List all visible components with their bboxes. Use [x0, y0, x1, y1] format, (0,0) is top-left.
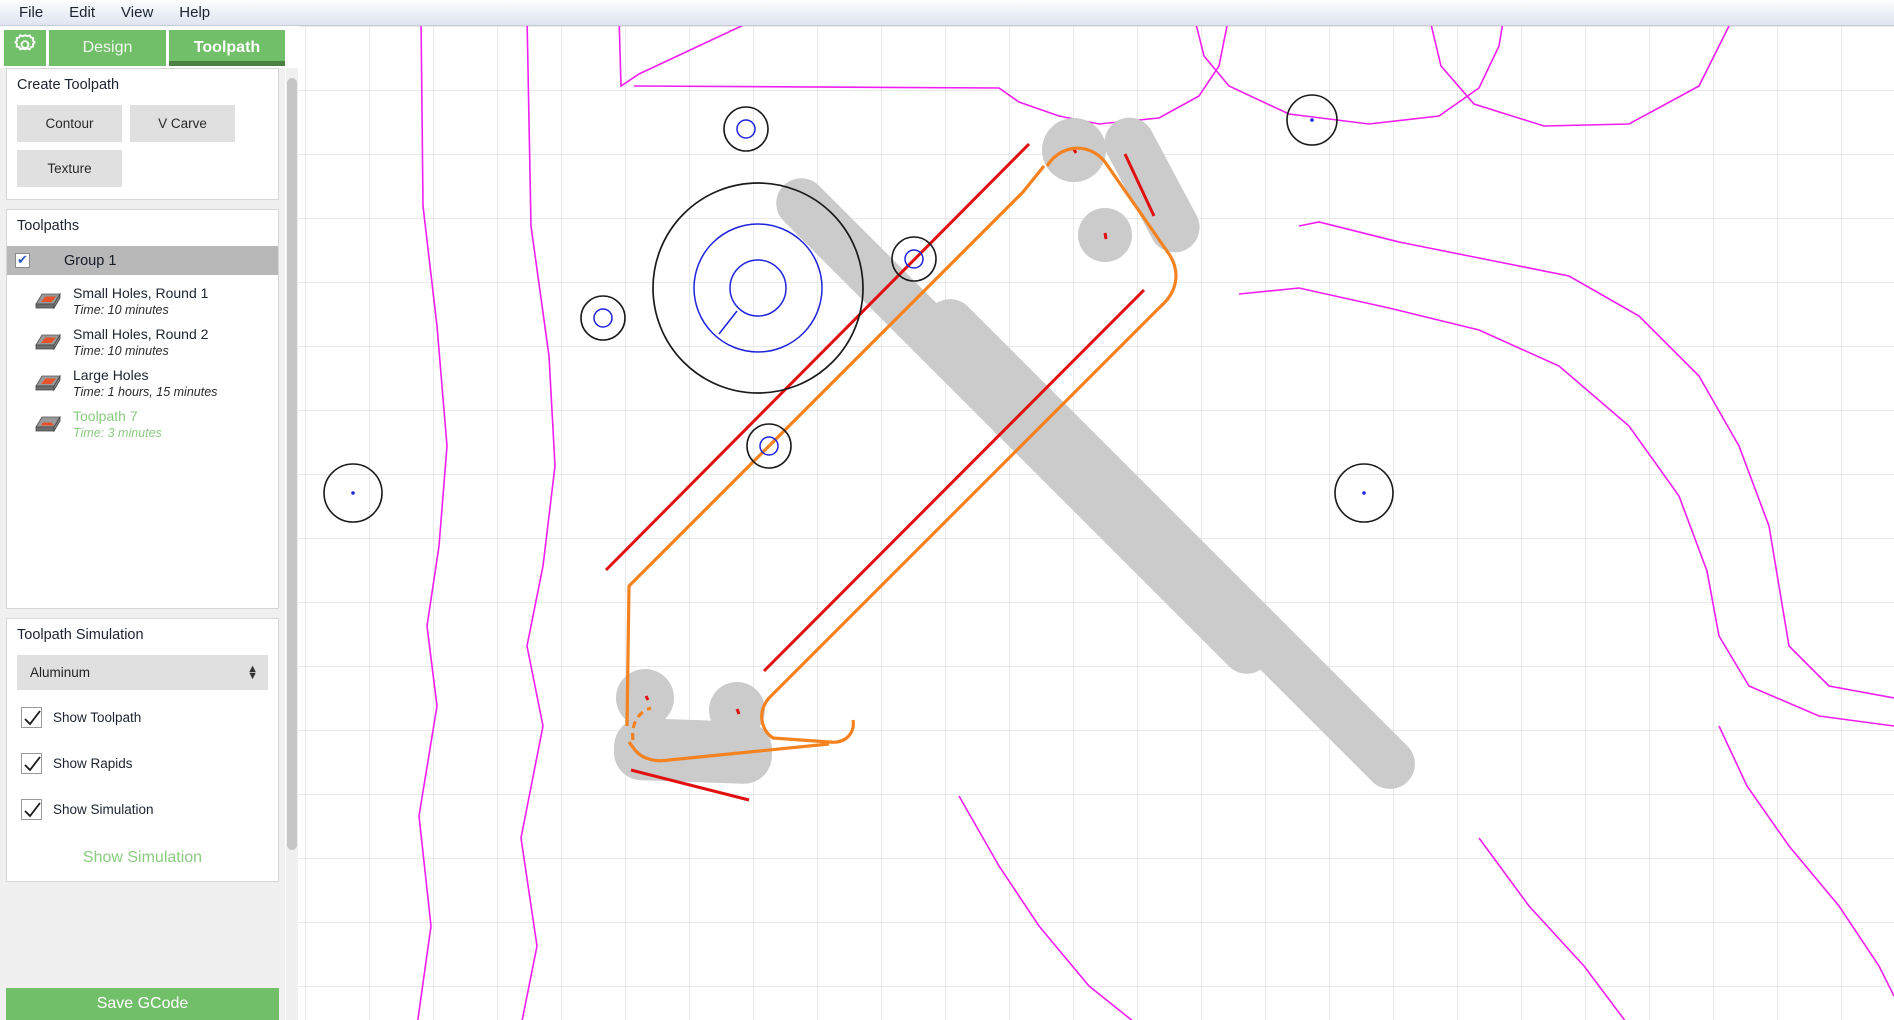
toolpath-item-text: Toolpath 7 Time: 3 minutes — [73, 407, 162, 441]
show-rapids-label: Show Rapids — [53, 756, 133, 771]
menu-item-view[interactable]: View — [108, 1, 166, 25]
save-gcode-button[interactable]: Save GCode — [6, 988, 279, 1020]
tab-toolpath[interactable]: Toolpath — [169, 30, 285, 66]
show-simulation-link[interactable]: Show Simulation — [17, 845, 268, 867]
center-dot — [1310, 118, 1314, 122]
checkmark-icon — [24, 802, 41, 818]
toolpath-item-time: Time: 10 minutes — [73, 344, 169, 358]
toolpath-list-item[interactable]: Small Holes, Round 2 Time: 10 minutes — [17, 322, 268, 363]
create-toolpath-buttons: Contour V Carve Texture — [17, 105, 268, 187]
canvas-svg[interactable] — [299, 26, 1894, 1020]
sidebar: Create Toolpath Contour V Carve Texture … — [0, 68, 285, 1020]
tab-bar: Design Toolpath — [0, 26, 300, 68]
group-checkbox[interactable] — [15, 251, 30, 269]
toolpath-item-name: Small Holes, Round 2 — [73, 326, 209, 342]
checkmark-icon — [24, 756, 41, 772]
checkmark-icon — [24, 710, 41, 726]
menu-item-help[interactable]: Help — [166, 1, 223, 25]
show-toolpath-checkbox[interactable] — [21, 707, 42, 728]
simulation-title: Toolpath Simulation — [17, 627, 144, 643]
toolpath-item-text: Small Holes, Round 2 Time: 10 minutes — [73, 325, 208, 359]
show-rapids-checkbox[interactable] — [21, 753, 42, 774]
toolpath-icon — [33, 328, 63, 354]
rapid-dot — [644, 695, 650, 701]
chevron-updown-icon: ▲ ▼ — [247, 662, 258, 682]
material-select[interactable]: Aluminum ▲ ▼ — [17, 655, 268, 690]
toolpath-icon — [33, 369, 63, 395]
rapid-dot — [735, 708, 741, 715]
toolpaths-panel: Toolpaths Group 1 — [6, 209, 279, 609]
menu-item-file[interactable]: File — [6, 1, 56, 25]
toolpath-item-time: Time: 1 hours, 15 minutes — [73, 385, 218, 399]
sidebar-scrollbar-thumb[interactable] — [287, 78, 297, 850]
v-carve-button[interactable]: V Carve — [130, 105, 235, 142]
group-label: Group 1 — [64, 252, 117, 269]
gear-icon — [12, 33, 38, 64]
tab-design-label: Design — [82, 39, 133, 56]
show-simulation-checkbox-row[interactable]: Show Simulation — [17, 799, 268, 820]
toolpath-list-item[interactable]: Large Holes Time: 1 hours, 15 minutes — [17, 363, 268, 404]
menu-bar: File Edit View Help — [0, 0, 1894, 26]
contour-button[interactable]: Contour — [17, 105, 122, 142]
toolpath-icon — [33, 287, 63, 313]
show-toolpath-checkbox-row[interactable]: Show Toolpath — [17, 707, 268, 728]
app-logo-button[interactable] — [4, 30, 46, 66]
toolpath-item-time: Time: 3 minutes — [73, 426, 162, 440]
tab-toolpath-label: Toolpath — [193, 39, 261, 56]
toolpath-simulation-panel: Toolpath Simulation Aluminum ▲ ▼ Show Too… — [6, 618, 279, 882]
texture-button[interactable]: Texture — [17, 150, 122, 187]
toolpath-item-text: Small Holes, Round 1 Time: 10 minutes — [73, 284, 208, 318]
material-select-value: Aluminum — [30, 665, 91, 680]
toolpath-item-name: Large Holes — [73, 367, 149, 383]
toolpath-list-item[interactable]: Toolpath 7 Time: 3 minutes — [17, 404, 268, 445]
show-simulation-checkbox[interactable] — [21, 799, 42, 820]
toolpath-item-name: Small Holes, Round 1 — [73, 285, 209, 301]
create-toolpath-panel: Create Toolpath Contour V Carve Texture — [6, 68, 279, 200]
menu-item-edit[interactable]: Edit — [56, 1, 108, 25]
show-toolpath-label: Show Toolpath — [53, 710, 142, 725]
toolpaths-list: Group 1 Small Holes, Round 1 Time: 10 — [7, 246, 278, 445]
show-simulation-label: Show Simulation — [53, 802, 154, 817]
toolpaths-title: Toolpaths — [17, 218, 80, 234]
simulation-blob — [616, 669, 674, 727]
toolpath-item-text: Large Holes Time: 1 hours, 15 minutes — [73, 366, 217, 400]
toolpath-list-item[interactable]: Small Holes, Round 1 Time: 10 minutes — [17, 281, 268, 322]
toolpath-icon — [33, 410, 63, 436]
center-dot — [1362, 491, 1366, 495]
tab-design[interactable]: Design — [49, 30, 166, 66]
toolpath-item-time: Time: 10 minutes — [73, 303, 169, 317]
create-toolpath-title: Create Toolpath — [17, 77, 120, 93]
toolpath-group-row[interactable]: Group 1 — [7, 246, 278, 275]
toolpath-item-name: Toolpath 7 — [73, 408, 138, 424]
center-dot — [351, 491, 355, 495]
design-canvas[interactable] — [299, 26, 1894, 1020]
show-rapids-checkbox-row[interactable]: Show Rapids — [17, 753, 268, 774]
rapid-dot — [1103, 232, 1108, 240]
